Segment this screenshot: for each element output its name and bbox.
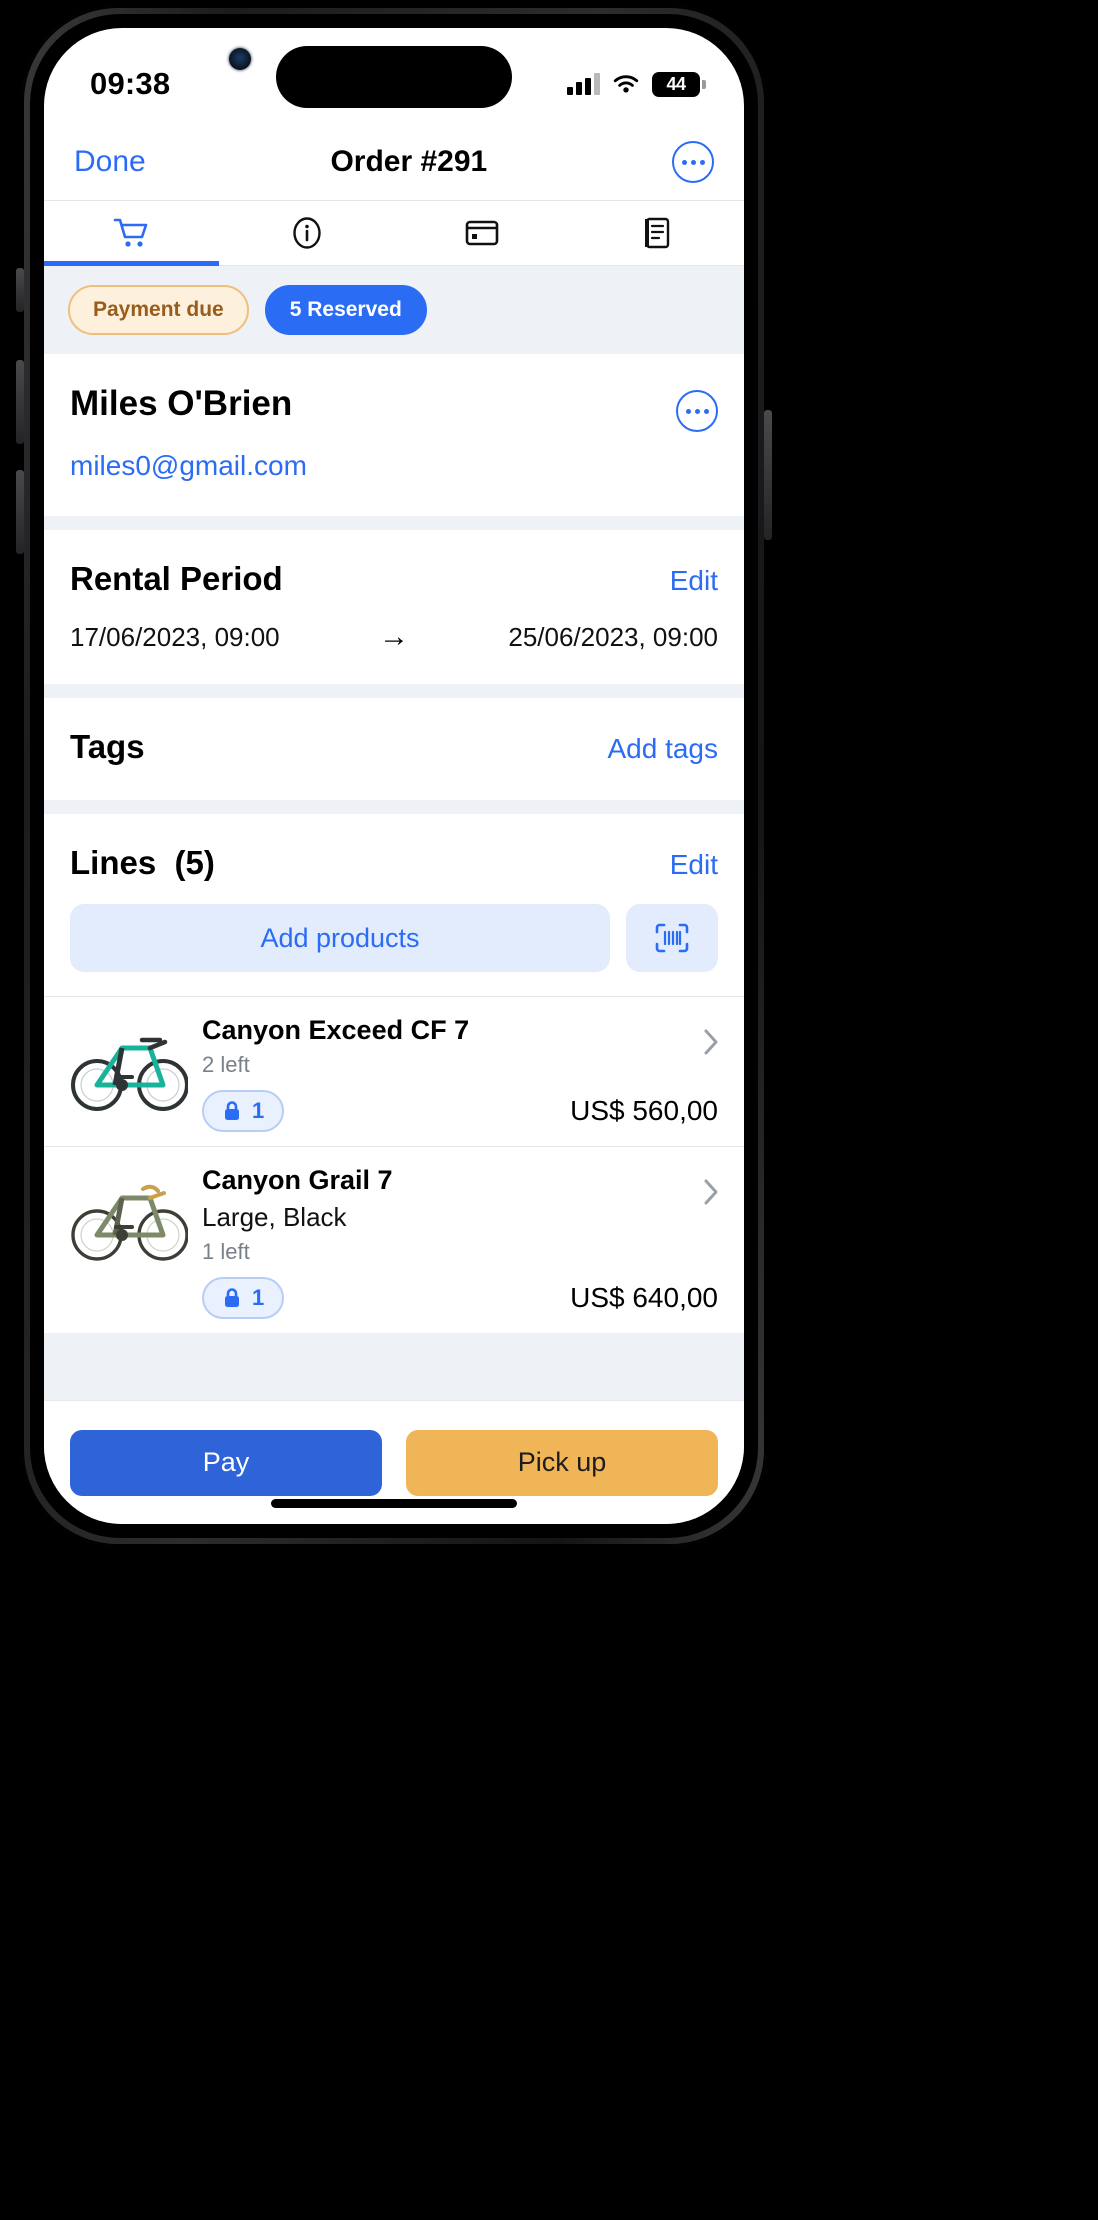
tab-info[interactable] [219,201,394,265]
ellipsis-dot [699,159,705,165]
line-item-details: Canyon Grail 7 Large, Black 1 left 1 US$… [202,1165,718,1319]
ellipsis-dot [694,408,700,414]
section-divider [44,800,744,814]
customer-name: Miles O'Brien [70,384,293,423]
reserved-quantity: 1 [252,1285,265,1310]
status-bar-time: 09:38 [90,66,171,101]
product-stock: 1 left [202,1239,250,1264]
credit-card-icon [465,220,498,246]
done-button[interactable]: Done [74,145,146,179]
lines-actions: Add products [44,882,744,996]
volume-down-button[interactable] [16,470,24,554]
arrow-right-icon: → [379,620,409,653]
lines-section: Lines (5) Edit Add products Canyon Excee… [44,814,744,1333]
silence-switch[interactable] [16,268,24,312]
customer-more-button[interactable] [676,390,718,432]
product-thumbnail [70,1015,188,1119]
document-icon [644,217,669,249]
line-item-details: Canyon Exceed CF 7 2 left 1 US$ 560,00 [202,1015,718,1132]
product-thumbnail [70,1165,188,1269]
info-circle-icon [292,217,321,249]
add-products-button[interactable]: Add products [70,904,610,972]
tags-title: Tags [70,728,145,765]
rental-period-edit-button[interactable]: Edit [670,565,718,597]
ellipsis-dot [703,408,709,414]
status-badge-reserved[interactable]: 5 Reserved [264,285,427,335]
rental-period-header: Rental Period Edit [44,530,744,598]
line-item-footer: 1 US$ 640,00 [202,1277,718,1319]
ellipsis-dot [685,408,691,414]
home-indicator[interactable] [271,1499,517,1508]
order-detail-scroll[interactable]: Payment due 5 Reserved Miles O'Brien mil… [44,266,744,1400]
customer-section[interactable]: Miles O'Brien miles0@gmail.com [44,354,744,516]
front-camera-icon [229,48,251,70]
status-bar-icons: 44 [567,71,706,97]
reserved-badge: 1 [202,1277,285,1319]
status-badge-payment-due[interactable]: Payment due [68,285,249,335]
tab-documents[interactable] [569,201,744,265]
chevron-right-icon [704,1179,718,1205]
product-price: US$ 640,00 [570,1282,718,1313]
lines-count: (5) [174,844,215,881]
customer-email[interactable]: miles0@gmail.com [70,450,718,482]
product-stock: 2 left [202,1052,250,1077]
add-tags-button[interactable]: Add tags [607,733,718,765]
rental-start-date: 17/06/2023, 09:00 [70,621,280,652]
dynamic-island [276,46,512,108]
shopping-cart-icon [113,218,147,247]
lock-icon [225,1101,239,1120]
pay-button[interactable]: Pay [70,1429,382,1496]
tab-payment[interactable] [394,201,569,265]
tags-section: Tags Add tags [44,698,744,800]
lock-icon [225,1288,239,1307]
barcode-scan-icon [655,923,689,953]
product-name: Canyon Exceed CF 7 [202,1015,470,1045]
lines-title: Lines (5) [70,844,215,882]
lines-edit-button[interactable]: Edit [670,849,718,881]
wifi-icon [613,75,639,93]
volume-up-button[interactable] [16,360,24,444]
gravel-bike-icon [71,1184,188,1261]
phone-screen: 09:38 44 Done Order #291 Payment due 5 R… [44,28,744,1524]
page-title: Order #291 [330,145,488,178]
tab-bar [44,200,744,266]
power-button[interactable] [764,410,772,540]
tab-cart[interactable] [44,201,219,266]
rental-end-date: 25/06/2023, 09:00 [508,621,718,652]
battery-icon: 44 [652,71,706,97]
rental-period-section: Rental Period Edit 17/06/2023, 09:00 → 2… [44,530,744,684]
reserved-badge: 1 [202,1090,285,1132]
screenshot-stage: 09:38 44 Done Order #291 Payment due 5 R… [0,0,1098,2220]
line-item-footer: 1 US$ 560,00 [202,1090,718,1132]
navigation-bar: Done Order #291 [44,124,744,200]
rental-period-dates: 17/06/2023, 09:00 → 25/06/2023, 09:00 [44,598,744,684]
cellular-bars-icon [567,73,600,95]
mountain-bike-icon [71,1037,188,1111]
product-variant: Large, Black [202,1202,347,1232]
ellipsis-dot [690,159,696,165]
pick-up-button[interactable]: Pick up [406,1429,718,1496]
lines-title-label: Lines [70,844,157,881]
line-item[interactable]: Canyon Grail 7 Large, Black 1 left 1 US$… [44,1146,744,1333]
lines-header: Lines (5) Edit [44,814,744,882]
product-price: US$ 560,00 [570,1095,718,1126]
section-divider [44,684,744,698]
rental-period-title: Rental Period [70,560,283,597]
ellipsis-dot [681,159,687,165]
scan-barcode-button[interactable] [626,904,718,972]
status-chips: Payment due 5 Reserved [44,266,744,354]
reserved-quantity: 1 [252,1098,265,1123]
product-name: Canyon Grail 7 [202,1165,393,1195]
battery-level: 44 [666,73,686,94]
header-more-button[interactable] [672,141,714,183]
section-divider [44,516,744,530]
chevron-right-icon [704,1029,718,1055]
line-item[interactable]: Canyon Exceed CF 7 2 left 1 US$ 560,00 [44,996,744,1146]
